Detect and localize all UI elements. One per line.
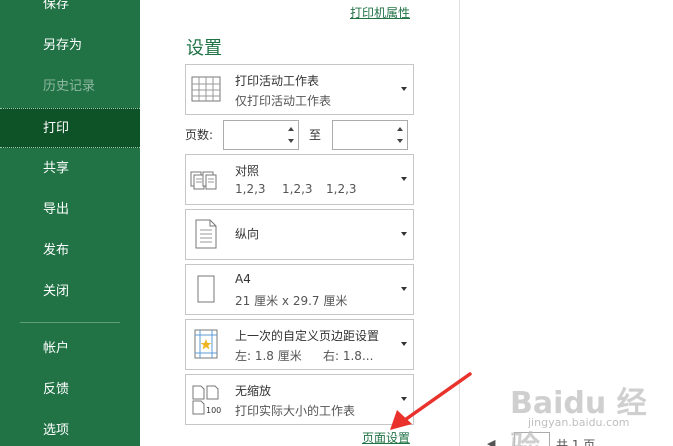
collate-order-3: 1,2,3 [326, 182, 357, 196]
chevron-down-icon [401, 232, 407, 236]
decrement-icon[interactable] [397, 139, 403, 143]
margins-right: 右: 1.8... [323, 349, 374, 363]
sidebar-item-save-as[interactable]: 另存为 [0, 26, 140, 66]
pages-from-stepper[interactable] [223, 120, 299, 150]
sidebar-item-publish[interactable]: 发布 [0, 231, 140, 271]
pages-to-input[interactable] [335, 123, 393, 147]
sidebar-item-save[interactable]: 保存 [0, 0, 140, 25]
paper-icon [197, 275, 215, 303]
orientation-dropdown[interactable]: 纵向 [185, 209, 414, 260]
print-what-description: 仅打印活动工作表 [235, 94, 332, 108]
print-what-dropdown[interactable]: 打印活动工作表 仅打印活动工作表 [185, 64, 414, 115]
sidebar-item-account[interactable]: 帐户 [0, 329, 140, 369]
chevron-down-icon [401, 87, 407, 91]
backstage-sidebar: 保存 另存为 历史记录 打印 共享 导出 发布 关闭 帐户 反馈 选项 [0, 0, 140, 446]
svg-text:100: 100 [206, 406, 221, 415]
margins-left: 左: 1.8 厘米 [235, 349, 302, 363]
pages-label: 页数: [185, 128, 214, 142]
paper-size-dropdown[interactable]: A4 21 厘米 x 29.7 厘米 [185, 264, 414, 315]
collate-label: 对照 [235, 164, 260, 178]
chevron-down-icon [401, 177, 407, 181]
sheet-grid-icon [191, 76, 221, 102]
watermark-logo: Baidu 经验 [510, 386, 647, 446]
paper-size-label: A4 [235, 272, 251, 286]
margins-icon [194, 329, 218, 359]
sidebar-item-share[interactable]: 共享 [0, 149, 140, 189]
sidebar-item-options[interactable]: 选项 [0, 411, 140, 446]
chevron-down-icon [401, 342, 407, 346]
sidebar-item-print[interactable]: 打印 [0, 108, 140, 148]
scaling-description: 打印实际大小的工作表 [235, 404, 356, 418]
annotation-arrow-icon [390, 372, 472, 430]
collate-order-2: 1,2,3 [282, 182, 313, 196]
scaling-label: 无缩放 [235, 384, 272, 398]
sidebar-item-close[interactable]: 关闭 [0, 272, 140, 312]
sidebar-item-export[interactable]: 导出 [0, 190, 140, 230]
decrement-icon[interactable] [288, 139, 294, 143]
pages-from-input[interactable] [226, 123, 284, 147]
increment-icon[interactable] [397, 127, 403, 131]
settings-title: 设置 [186, 38, 222, 59]
previous-page-icon[interactable]: ◀ [487, 437, 495, 446]
increment-icon[interactable] [288, 127, 294, 131]
portrait-page-icon [195, 219, 217, 249]
sidebar-divider [20, 322, 120, 323]
paper-size-dimensions: 21 厘米 x 29.7 厘米 [235, 294, 348, 308]
collated-pages-icon [190, 171, 217, 190]
collate-dropdown[interactable]: 对照 1,2,3 1,2,3 1,2,3 [185, 154, 414, 205]
sidebar-item-history: 历史记录 [43, 79, 96, 94]
orientation-label: 纵向 [235, 227, 260, 241]
pages-to-stepper[interactable] [332, 120, 408, 150]
print-what-label: 打印活动工作表 [235, 74, 320, 88]
watermark-url: jingyan.baidu.com [528, 416, 630, 429]
printer-properties-link[interactable]: 打印机属性 [350, 4, 410, 21]
margins-label: 上一次的自定义页边距设置 [235, 329, 380, 343]
margins-dropdown[interactable]: 上一次的自定义页边距设置 左: 1.8 厘米 右: 1.8... [185, 319, 414, 370]
chevron-down-icon [401, 287, 407, 291]
actual-size-icon: 100 [192, 385, 221, 415]
pages-to-label: 至 [309, 128, 322, 142]
collate-order-1: 1,2,3 [235, 182, 266, 196]
sidebar-item-feedback[interactable]: 反馈 [0, 370, 140, 410]
